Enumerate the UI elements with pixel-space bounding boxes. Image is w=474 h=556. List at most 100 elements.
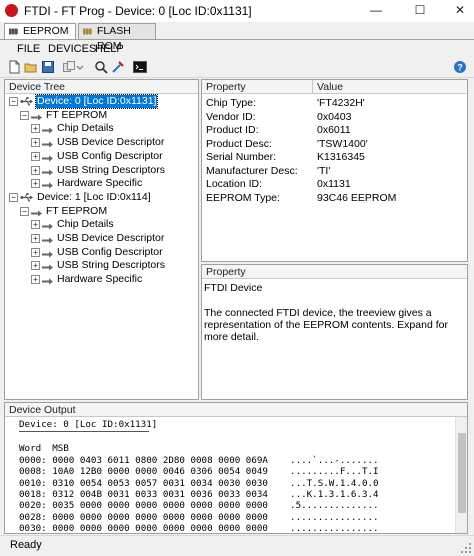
tree-item[interactable]: + USB Config Descriptor xyxy=(5,150,195,163)
arrow-right-icon xyxy=(42,262,54,271)
help-icon[interactable]: ? xyxy=(453,60,467,74)
resize-grip-icon[interactable] xyxy=(460,542,472,554)
expander-icon[interactable]: − xyxy=(9,97,18,106)
flash-chip-icon xyxy=(83,28,92,35)
minimize-button[interactable]: — xyxy=(362,0,390,22)
open-folder-icon[interactable] xyxy=(24,60,38,74)
output-scrollbar-thumb[interactable] xyxy=(458,433,466,513)
property-value[interactable]: 'FT4232H' xyxy=(317,97,365,110)
output-underline xyxy=(19,431,149,432)
hex-dump[interactable]: 0000: 0000 0403 6011 0800 2D80 0008 0000… xyxy=(5,455,453,534)
tree-item-label: USB Device Descriptor xyxy=(57,136,165,149)
tab-bar: EEPROM FLASH ROM xyxy=(0,22,474,52)
tree-item[interactable]: + USB Device Descriptor xyxy=(5,232,195,245)
expander-icon[interactable]: + xyxy=(31,220,40,230)
tree-item[interactable]: + USB String Descriptors xyxy=(5,259,195,272)
svg-text:?: ? xyxy=(457,63,463,73)
status-text: Ready xyxy=(10,539,42,551)
expander-icon[interactable]: + xyxy=(31,179,40,189)
expander-icon[interactable]: + xyxy=(31,247,40,257)
expander-icon[interactable]: + xyxy=(31,124,40,134)
expander-icon[interactable]: + xyxy=(31,138,40,148)
toolbar: ? xyxy=(0,58,474,78)
property-name: Vendor ID: xyxy=(206,110,256,123)
tree-ft-eeprom[interactable]: − FT EEPROM xyxy=(5,205,195,218)
property-value[interactable]: 0x1131 xyxy=(317,178,351,191)
property-description-text: The connected FTDI device, the treeview … xyxy=(204,307,448,343)
expander-icon[interactable]: − xyxy=(20,110,29,120)
tree-ft-eeprom[interactable]: − FT EEPROM xyxy=(5,109,195,122)
expander-icon[interactable]: + xyxy=(31,165,40,175)
tab-flash-rom[interactable]: FLASH ROM xyxy=(78,23,156,52)
hex-dump-line: 0000: 0000 0403 6011 0800 2D80 0008 0000… xyxy=(19,455,379,466)
property-name: EEPROM Type: xyxy=(206,191,280,204)
expander-icon[interactable]: + xyxy=(31,234,40,243)
device-tree-panel: Device Tree − Device: 0 [Loc ID:0x1131] − F… xyxy=(4,79,199,400)
property-name: Chip Type: xyxy=(206,97,257,109)
hex-dump-line: 0030: 0000 0000 0000 0000 0000 0000 0000… xyxy=(19,522,379,534)
tree-item-label: USB Device Descriptor xyxy=(57,232,165,244)
property-value[interactable]: 0x0403 xyxy=(317,111,351,124)
value-column-header: Value xyxy=(312,80,343,94)
hex-dump-line: 0008: 10A0 12B0 0000 0000 0046 0306 0054… xyxy=(19,466,379,478)
command-prompt-icon[interactable] xyxy=(133,60,147,74)
menu-help[interactable]: HELP xyxy=(95,43,124,55)
chevron-down-icon[interactable] xyxy=(76,60,84,74)
tree-device-0[interactable]: − Device: 0 [Loc ID:0x1131] xyxy=(5,94,195,109)
property-value[interactable]: 0x6011 xyxy=(317,124,351,137)
tree-item-label: USB Config Descriptor xyxy=(57,245,163,258)
hex-dump-line: 0028: 0000 0000 0000 0000 0000 0000 0000… xyxy=(19,511,379,523)
tree-item-label: Chip Details xyxy=(57,122,114,135)
expander-icon[interactable]: + xyxy=(31,275,40,285)
expander-icon[interactable]: − xyxy=(20,206,29,216)
arrow-right-icon xyxy=(42,276,54,285)
arrow-right-icon xyxy=(42,180,54,189)
output-scrollbar[interactable] xyxy=(455,417,467,533)
status-bar: Ready xyxy=(0,535,474,556)
title-bar: FTDI - FT Prog - Device: 0 [Loc ID:0x113… xyxy=(0,0,474,23)
expander-icon[interactable]: − xyxy=(9,192,18,202)
property-value[interactable]: K1316345 xyxy=(317,151,365,164)
tree-device-1[interactable]: − Device: 1 [Loc ID:0x114] xyxy=(5,191,195,204)
property-name: Manufacturer Desc: xyxy=(206,164,298,177)
property-grid-panel: Property Value Chip Type: 'FT4232H' Vendor… xyxy=(201,79,468,262)
property-description-panel: Property FTDI Device The connected FTDI … xyxy=(201,264,468,400)
property-name: Serial Number: xyxy=(206,151,277,163)
tree-item-label: Chip Details xyxy=(57,218,114,231)
search-icon[interactable] xyxy=(94,60,108,74)
arrow-right-icon xyxy=(31,208,43,217)
tree-item[interactable]: + USB Config Descriptor xyxy=(5,246,195,259)
chip-icon xyxy=(9,28,18,35)
device-tree[interactable]: − Device: 0 [Loc ID:0x1131] − FT EEPROM + Chi… xyxy=(5,94,198,394)
arrow-right-icon xyxy=(42,139,54,148)
tree-item[interactable]: + USB String Descriptors xyxy=(5,164,195,177)
tree-item-label: Device: 1 [Loc ID:0x114] xyxy=(37,190,151,203)
arrow-right-icon xyxy=(42,153,54,162)
menu-file[interactable]: FILE xyxy=(17,43,40,55)
tree-item[interactable]: + Chip Details xyxy=(5,218,195,231)
new-file-icon[interactable] xyxy=(7,60,21,74)
tree-item[interactable]: + Chip Details xyxy=(5,122,195,135)
tree-item[interactable]: + Hardware Specific xyxy=(5,273,195,286)
property-value[interactable]: 'TI' xyxy=(317,165,330,178)
device-tree-header: Device Tree xyxy=(5,80,198,94)
tree-item-label: FT EEPROM xyxy=(46,204,108,217)
menu-devices[interactable]: DEVICES xyxy=(48,43,96,55)
expander-icon[interactable]: + xyxy=(31,261,40,271)
save-icon[interactable] xyxy=(41,60,55,74)
tree-item[interactable]: + USB Device Descriptor xyxy=(5,136,195,149)
property-value[interactable]: 'TSW1400' xyxy=(317,138,368,151)
tree-item-label: USB Config Descriptor xyxy=(57,149,163,162)
close-button[interactable]: ✕ xyxy=(446,0,474,22)
copy-icon[interactable] xyxy=(62,60,76,74)
expander-icon[interactable]: + xyxy=(31,151,40,161)
tree-item[interactable]: + Hardware Specific xyxy=(5,177,195,190)
program-icon[interactable] xyxy=(111,60,125,74)
device-output-panel: Device Output Device: 0 [Loc ID:0x1131] … xyxy=(4,402,468,534)
arrow-right-icon xyxy=(42,235,54,244)
tree-item-label: Hardware Specific xyxy=(57,273,143,286)
tab-eeprom[interactable]: EEPROM xyxy=(4,23,76,39)
property-value[interactable]: 93C46 EEPROM xyxy=(317,192,396,205)
property-name: Product ID: xyxy=(206,124,259,136)
maximize-button[interactable]: ☐ xyxy=(406,0,434,22)
